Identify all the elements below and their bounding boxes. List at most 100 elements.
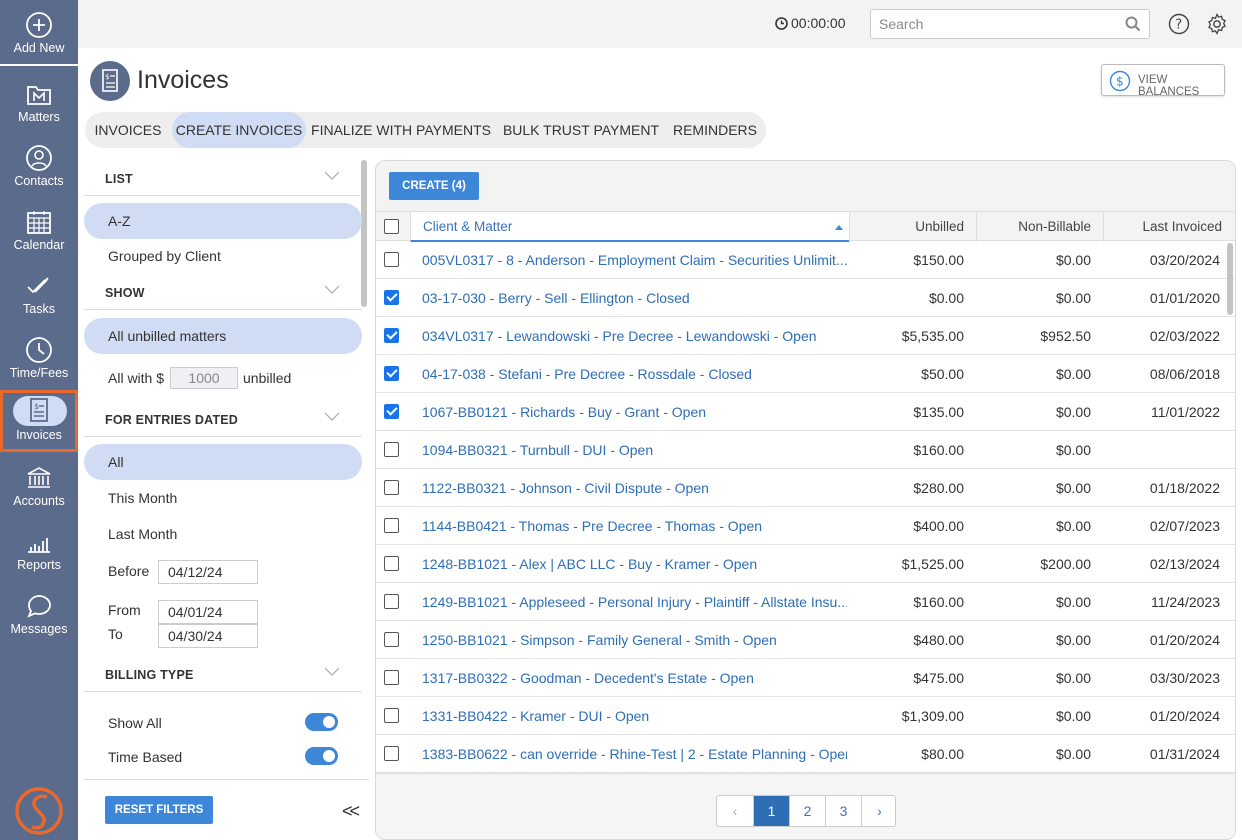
table-row[interactable]: 1250-BB1021 - Simpson - Family General -… xyxy=(376,621,1235,659)
row-checkbox[interactable] xyxy=(384,518,399,533)
matter-link[interactable]: 1249-BB1021 - Appleseed - Personal Injur… xyxy=(422,583,847,621)
matter-link[interactable]: 005VL0317 - 8 - Anderson - Employment Cl… xyxy=(422,241,847,279)
row-checkbox[interactable] xyxy=(384,290,399,305)
timer[interactable]: 00:00:00 xyxy=(775,15,846,31)
date-option-this-month[interactable]: This Month xyxy=(84,480,362,516)
row-checkbox[interactable] xyxy=(384,442,399,457)
nav-item-time-fees[interactable]: Time/Fees xyxy=(0,328,78,390)
row-checkbox[interactable] xyxy=(384,708,399,723)
tab-reminders[interactable]: REMINDERS xyxy=(667,112,763,148)
row-checkbox[interactable] xyxy=(384,366,399,381)
row-checkbox[interactable] xyxy=(384,328,399,343)
page-button-1[interactable]: 1 xyxy=(753,796,789,826)
table-row[interactable]: 1144-BB0421 - Thomas - Pre Decree - Thom… xyxy=(376,507,1235,545)
non-billable-cell: $0.00 xyxy=(1055,404,1091,420)
show-option-all-unbilled[interactable]: All unbilled matters xyxy=(84,318,362,354)
date-option-all[interactable]: All xyxy=(84,444,362,480)
add-new-button[interactable]: Add New xyxy=(0,0,78,66)
collapse-panel-button[interactable]: << xyxy=(342,801,360,822)
reset-filters-button[interactable]: RESET FILTERS xyxy=(105,796,213,824)
nav-item-matters[interactable]: Matters xyxy=(0,72,78,134)
matter-link[interactable]: 03-17-030 - Berry - Sell - Ellington - C… xyxy=(422,279,847,317)
column-header-client-matter[interactable]: Client & Matter xyxy=(410,212,849,242)
list-option-grouped[interactable]: Grouped by Client xyxy=(84,238,362,274)
before-label: Before xyxy=(108,563,150,579)
table-row[interactable]: 1122-BB0321 - Johnson - Civil Dispute - … xyxy=(376,469,1235,507)
row-checkbox[interactable] xyxy=(384,252,399,267)
matter-link[interactable]: 1067-BB0121 - Richards - Buy - Grant - O… xyxy=(422,393,847,431)
tab-bulk-trust-payment[interactable]: BULK TRUST PAYMENT xyxy=(498,112,664,148)
entries-dated-section-header[interactable]: FOR ENTRIES DATED xyxy=(84,401,362,437)
matter-link[interactable]: 1383-BB0622 - can override - Rhine-Test … xyxy=(422,735,847,773)
time-based-toggle[interactable] xyxy=(305,747,338,765)
matter-link[interactable]: 1094-BB0321 - Turnbull - DUI - Open xyxy=(422,431,847,469)
tab-create-invoices[interactable]: CREATE INVOICES xyxy=(172,112,306,148)
row-checkbox[interactable] xyxy=(384,404,399,419)
matter-link[interactable]: 1144-BB0421 - Thomas - Pre Decree - Thom… xyxy=(422,507,847,545)
matter-link[interactable]: 034VL0317 - Lewandowski - Pre Decree - L… xyxy=(422,317,847,355)
tab-invoices[interactable]: INVOICES xyxy=(85,112,171,148)
bar-chart-icon xyxy=(28,538,50,553)
view-balances-button[interactable]: $ VIEW BALANCES xyxy=(1101,64,1225,98)
table-row[interactable]: 1094-BB0321 - Turnbull - DUI - Open $160.… xyxy=(376,431,1235,469)
next-page-button[interactable]: › xyxy=(861,796,897,826)
nav-item-tasks[interactable]: Tasks xyxy=(0,264,78,326)
table-row[interactable]: 034VL0317 - Lewandowski - Pre Decree - L… xyxy=(376,317,1235,355)
nav-item-contacts[interactable]: Contacts xyxy=(0,136,78,198)
row-checkbox[interactable] xyxy=(384,632,399,647)
grid-scrollbar[interactable] xyxy=(1227,243,1233,315)
before-date-input[interactable]: 04/12/24 xyxy=(158,560,258,584)
matter-link[interactable]: 1248-BB1021 - Alex | ABC LLC - Buy - Kra… xyxy=(422,545,847,583)
matter-link[interactable]: 04-17-038 - Stefani - Pre Decree - Rossd… xyxy=(422,355,847,393)
row-checkbox[interactable] xyxy=(384,480,399,495)
table-row[interactable]: 005VL0317 - 8 - Anderson - Employment Cl… xyxy=(376,241,1235,279)
last-invoiced-cell: 08/06/2018 xyxy=(1149,366,1220,382)
row-checkbox[interactable] xyxy=(384,746,399,761)
from-date-input[interactable]: 04/01/24 xyxy=(158,600,258,624)
search-icon[interactable] xyxy=(1125,16,1141,32)
table-row[interactable]: 1248-BB1021 - Alex | ABC LLC - Buy - Kra… xyxy=(376,545,1235,583)
matter-link[interactable]: 1250-BB1021 - Simpson - Family General -… xyxy=(422,621,847,659)
column-header-last-invoiced[interactable]: Last Invoiced xyxy=(1103,212,1235,242)
row-checkbox[interactable] xyxy=(384,594,399,609)
matter-link[interactable]: 1331-BB0422 - Kramer - DUI - Open xyxy=(422,697,847,735)
date-option-last-month[interactable]: Last Month xyxy=(84,516,362,552)
table-row[interactable]: 1317-BB0322 - Goodman - Decedent's Estat… xyxy=(376,659,1235,697)
tab-finalize-with-payments[interactable]: FINALIZE WITH PAYMENTS xyxy=(309,112,493,148)
nav-item-accounts[interactable]: Accounts xyxy=(0,456,78,518)
row-checkbox[interactable] xyxy=(384,670,399,685)
nav-item-calendar[interactable]: Calendar xyxy=(0,200,78,262)
search-input[interactable] xyxy=(871,10,1111,38)
table-row[interactable]: 1067-BB0121 - Richards - Buy - Grant - O… xyxy=(376,393,1235,431)
page-button-2[interactable]: 2 xyxy=(789,796,825,826)
help-icon[interactable]: ? xyxy=(1168,13,1190,35)
unbilled-amount-input[interactable]: 1000 xyxy=(170,367,238,389)
nav-item-reports[interactable]: Reports xyxy=(0,520,78,582)
list-section-header[interactable]: LIST xyxy=(84,160,362,196)
billing-type-section-header[interactable]: BILLING TYPE xyxy=(84,656,362,692)
list-option-a-z[interactable]: A-Z xyxy=(84,203,362,239)
column-header-non-billable[interactable]: Non-Billable xyxy=(976,212,1103,242)
row-checkbox[interactable] xyxy=(384,556,399,571)
timer-value: 00:00:00 xyxy=(791,15,846,31)
column-header-unbilled[interactable]: Unbilled xyxy=(849,212,976,242)
show-all-toggle[interactable] xyxy=(305,713,338,731)
table-row[interactable]: 04-17-038 - Stefani - Pre Decree - Rossd… xyxy=(376,355,1235,393)
chevron-down-icon xyxy=(324,171,340,180)
gear-icon[interactable] xyxy=(1206,13,1228,35)
select-all-checkbox[interactable] xyxy=(384,219,399,234)
to-date-input[interactable]: 04/30/24 xyxy=(158,624,258,648)
nav-item-messages[interactable]: Messages xyxy=(0,584,78,646)
create-button[interactable]: CREATE (4) xyxy=(389,172,479,200)
matter-link[interactable]: 1317-BB0322 - Goodman - Decedent's Estat… xyxy=(422,659,847,697)
table-row[interactable]: 1331-BB0422 - Kramer - DUI - Open $1,309.… xyxy=(376,697,1235,735)
show-section-header[interactable]: SHOW xyxy=(84,274,362,310)
table-row[interactable]: 03-17-030 - Berry - Sell - Ellington - C… xyxy=(376,279,1235,317)
matter-link[interactable]: 1122-BB0321 - Johnson - Civil Dispute - … xyxy=(422,469,847,507)
table-row[interactable]: 1249-BB1021 - Appleseed - Personal Injur… xyxy=(376,583,1235,621)
last-invoiced-cell: 01/01/2020 xyxy=(1149,290,1220,306)
table-row[interactable]: 1383-BB0622 - can override - Rhine-Test … xyxy=(376,735,1235,773)
prev-page-button[interactable]: ‹ xyxy=(717,796,753,826)
nav-item-invoices[interactable]: $ Invoices xyxy=(0,390,78,452)
page-button-3[interactable]: 3 xyxy=(825,796,861,826)
